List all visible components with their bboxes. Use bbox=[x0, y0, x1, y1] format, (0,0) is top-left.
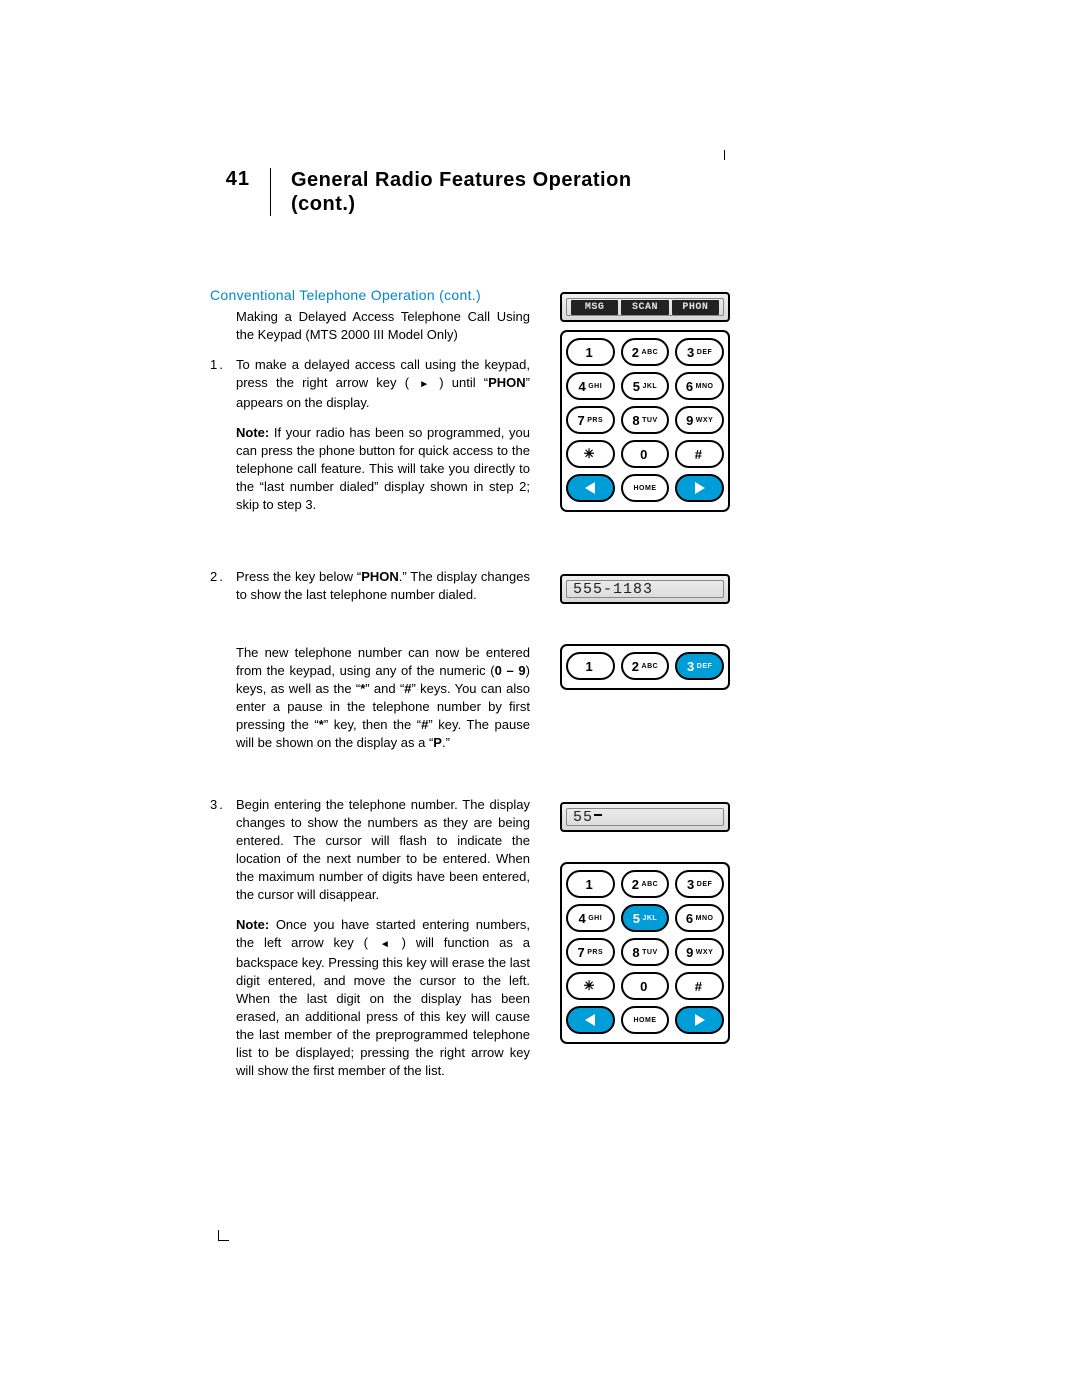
key-9: 9WXY bbox=[675, 938, 724, 966]
right-arrow-icon: ► bbox=[419, 379, 429, 390]
step-3-para-a: Begin entering the telephone number. The… bbox=[236, 796, 530, 904]
step-1-note: Note: If your radio has been so programm… bbox=[236, 424, 530, 514]
left-arrow-icon bbox=[585, 1014, 595, 1026]
key-3: 3DEF bbox=[675, 870, 724, 898]
step-number: 3. bbox=[210, 796, 236, 1092]
key-star: ✳ bbox=[566, 440, 615, 468]
page-title: General Radio Features Operation (cont.) bbox=[271, 168, 632, 216]
figure-keypad-2: 555-1183 1 2ABC 3DEF bbox=[560, 568, 730, 690]
step-number: 2. bbox=[210, 568, 236, 764]
key-4: 4GHI bbox=[566, 904, 615, 932]
crop-mark-icon bbox=[724, 150, 725, 160]
key-8: 8TUV bbox=[621, 406, 670, 434]
left-arrow-icon bbox=[585, 482, 595, 494]
key-home: HOME bbox=[621, 474, 670, 502]
left-arrow-icon: ◄ bbox=[380, 939, 390, 950]
text-column: Conventional Telephone Operation (cont.)… bbox=[210, 286, 530, 538]
step-2-para-b: The new telephone number can now be ente… bbox=[236, 644, 530, 752]
step-1-para-a: To make a delayed access call using the … bbox=[236, 356, 530, 412]
lcd-tab-msg: MSG bbox=[571, 300, 618, 315]
keypad-outline: 1 2ABC 3DEF 4GHI 5JKL 6MNO 7PRS 8TUV 9WX… bbox=[560, 330, 730, 512]
cursor-icon bbox=[594, 814, 602, 816]
key-star: ✳ bbox=[566, 972, 615, 1000]
key-0: 0 bbox=[621, 440, 670, 468]
key-5: 5JKL bbox=[621, 372, 670, 400]
step-2-para-a: Press the key below “PHON.” The display … bbox=[236, 568, 530, 604]
step-number: 1. bbox=[210, 356, 236, 526]
key-5: 5JKL bbox=[621, 904, 670, 932]
lcd-display-3: 55 bbox=[560, 802, 730, 832]
key-left-arrow bbox=[566, 1006, 615, 1034]
key-4: 4GHI bbox=[566, 372, 615, 400]
lcd-tab-scan: SCAN bbox=[621, 300, 668, 315]
key-1: 1 bbox=[566, 338, 615, 366]
title-line-2: (cont.) bbox=[291, 192, 632, 216]
content: Conventional Telephone Operation (cont.)… bbox=[210, 286, 870, 1104]
key-8: 8TUV bbox=[621, 938, 670, 966]
page-header: 41 General Radio Features Operation (con… bbox=[210, 168, 870, 216]
key-6: 6MNO bbox=[675, 372, 724, 400]
key-2: 2ABC bbox=[621, 870, 670, 898]
key-3: 3DEF bbox=[675, 338, 724, 366]
right-arrow-icon bbox=[695, 1014, 705, 1026]
key-1: 1 bbox=[566, 870, 615, 898]
lcd-display-2: 555-1183 bbox=[560, 574, 730, 604]
key-hash: # bbox=[675, 440, 724, 468]
figure-keypad-3: 55 1 2ABC 3DEF 4GHI 5JKL 6MNO 7PRS 8TUV … bbox=[560, 796, 730, 1044]
step-3-note: Note: Once you have started entering num… bbox=[236, 916, 530, 1080]
key-2: 2ABC bbox=[621, 338, 670, 366]
lcd-display-1: MSG SCAN PHON bbox=[560, 292, 730, 322]
key-right-arrow bbox=[675, 474, 724, 502]
key-left-arrow bbox=[566, 474, 615, 502]
crop-mark-icon bbox=[218, 1230, 229, 1241]
key-7: 7PRS bbox=[566, 938, 615, 966]
step-1: 1. To make a delayed access call using t… bbox=[210, 356, 530, 526]
key-3: 3DEF bbox=[675, 652, 724, 680]
key-right-arrow bbox=[675, 1006, 724, 1034]
intro-text: Making a Delayed Access Telephone Call U… bbox=[210, 308, 530, 344]
figure-keypad-1: MSG SCAN PHON 1 2ABC 3DEF 4GHI 5JKL 6MNO bbox=[560, 286, 730, 512]
step-2: 2. Press the key below “PHON.” The displ… bbox=[210, 568, 530, 764]
key-home: HOME bbox=[621, 1006, 670, 1034]
key-9: 9WXY bbox=[675, 406, 724, 434]
key-7: 7PRS bbox=[566, 406, 615, 434]
key-0: 0 bbox=[621, 972, 670, 1000]
key-1: 1 bbox=[566, 652, 615, 680]
title-line-1: General Radio Features Operation bbox=[291, 168, 632, 192]
key-hash: # bbox=[675, 972, 724, 1000]
key-2: 2ABC bbox=[621, 652, 670, 680]
page-content: 41 General Radio Features Operation (con… bbox=[210, 168, 870, 1120]
right-arrow-icon bbox=[695, 482, 705, 494]
step-3: 3. Begin entering the telephone number. … bbox=[210, 796, 530, 1092]
sub-heading: Conventional Telephone Operation (cont.) bbox=[210, 286, 530, 304]
key-6: 6MNO bbox=[675, 904, 724, 932]
page-number: 41 bbox=[210, 168, 271, 216]
lcd-tab-phon: PHON bbox=[672, 300, 719, 315]
